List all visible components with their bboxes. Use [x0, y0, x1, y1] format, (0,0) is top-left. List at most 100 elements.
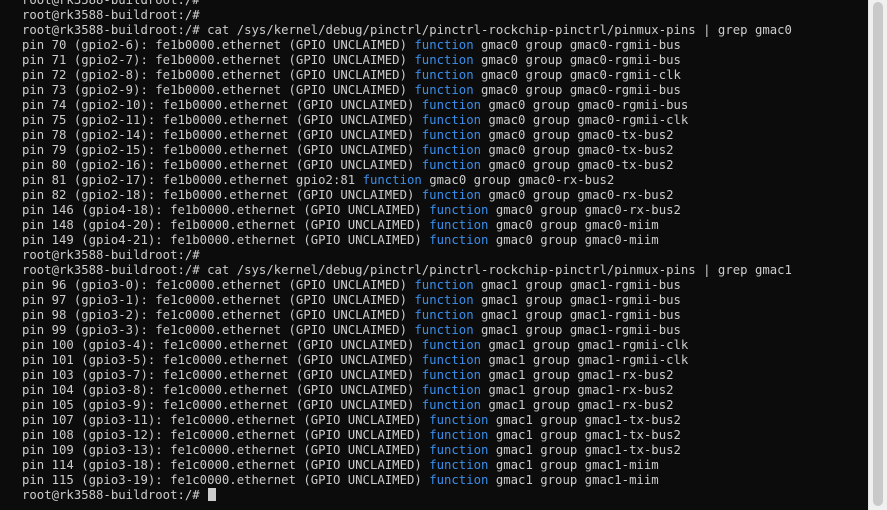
group-info: gmac0 group gmac0-rgmii-clk: [473, 68, 681, 82]
function-keyword: function: [414, 83, 474, 97]
pinmux-row: pin 99 (gpio3-3): fe1c0000.ethernet (GPI…: [22, 323, 868, 338]
pin-info: pin 104 (gpio3-8): fe1c0000.ethernet (GP…: [22, 383, 422, 397]
active-prompt-line[interactable]: root@rk3588-buildroot:/#: [22, 488, 868, 503]
pin-info: pin 99 (gpio3-3): fe1c0000.ethernet (GPI…: [22, 323, 415, 337]
pinmux-row: pin 115 (gpio3-19): fe1c0000.ethernet (G…: [22, 473, 868, 488]
command-line: root@rk3588-buildroot:/# cat /sys/kernel…: [22, 23, 868, 38]
group-info: gmac0 group gmac0-rgmii-bus: [473, 38, 681, 52]
function-keyword: function: [421, 158, 482, 172]
function-keyword: function: [414, 293, 474, 307]
function-keyword: function: [414, 53, 474, 67]
function-keyword: function: [429, 473, 489, 487]
pinmux-row: pin 80 (gpio2-16): fe1b0000.ethernet (GP…: [22, 158, 868, 173]
function-keyword: function: [414, 308, 474, 322]
pinmux-row: pin 148 (gpio4-20): fe1b0000.ethernet (G…: [22, 218, 868, 233]
pinmux-row: pin 105 (gpio3-9): fe1c0000.ethernet (GP…: [22, 398, 868, 413]
group-info: gmac1 group gmac1-tx-bus2: [488, 413, 681, 427]
pin-info: pin 149 (gpio4-21): fe1b0000.ethernet (G…: [22, 233, 430, 247]
pin-info: pin 72 (gpio2-8): fe1b0000.ethernet (GPI…: [22, 68, 415, 82]
pinmux-row: pin 104 (gpio3-8): fe1c0000.ethernet (GP…: [22, 383, 868, 398]
pinmux-row: pin 146 (gpio4-18): fe1b0000.ethernet (G…: [22, 203, 868, 218]
command-text: cat /sys/kernel/debug/pinctrl/pinctrl-ro…: [199, 263, 792, 277]
group-info: gmac0 group gmac0-tx-bus2: [481, 143, 674, 157]
function-keyword: function: [421, 368, 482, 382]
prompt-line: root@rk3588-buildroot:/#: [22, 8, 868, 23]
pin-info: pin 70 (gpio2-6): fe1b0000.ethernet (GPI…: [22, 38, 415, 52]
pin-info: pin 73 (gpio2-9): fe1b0000.ethernet (GPI…: [22, 83, 415, 97]
group-info: gmac0 group gmac0-miim: [488, 233, 659, 247]
pinmux-row: pin 70 (gpio2-6): fe1b0000.ethernet (GPI…: [22, 38, 868, 53]
group-info: gmac1 group gmac1-rgmii-bus: [473, 308, 681, 322]
group-info: gmac0 group gmac0-rgmii-bus: [481, 98, 689, 112]
pinmux-row: pin 81 (gpio2-17): fe1b0000.ethernet gpi…: [22, 173, 868, 188]
pin-info: pin 103 (gpio3-7): fe1c0000.ethernet (GP…: [22, 368, 422, 382]
pin-info: pin 109 (gpio3-13): fe1c0000.ethernet (G…: [22, 443, 430, 457]
scrollbar-thumb[interactable]: [873, 2, 883, 506]
pinmux-row: pin 73 (gpio2-9): fe1b0000.ethernet (GPI…: [22, 83, 868, 98]
group-info: gmac0 group gmac0-rx-bus2: [488, 203, 681, 217]
group-info: gmac0 group gmac0-tx-bus2: [481, 158, 674, 172]
pinmux-row: pin 97 (gpio3-1): fe1c0000.ethernet (GPI…: [22, 293, 868, 308]
function-keyword: function: [429, 413, 489, 427]
function-keyword: function: [421, 128, 482, 142]
pinmux-row: pin 98 (gpio3-2): fe1c0000.ethernet (GPI…: [22, 308, 868, 323]
function-keyword: function: [421, 398, 482, 412]
group-info: gmac0 group gmac0-rgmii-bus: [473, 53, 681, 67]
pin-info: pin 74 (gpio2-10): fe1b0000.ethernet (GP…: [22, 98, 422, 112]
vertical-scrollbar[interactable]: [868, 0, 887, 510]
function-keyword: function: [421, 338, 482, 352]
group-info: gmac1 group gmac1-rx-bus2: [481, 398, 674, 412]
pinmux-row: pin 79 (gpio2-15): fe1b0000.ethernet (GP…: [22, 143, 868, 158]
pin-info: pin 101 (gpio3-5): fe1c0000.ethernet (GP…: [22, 353, 422, 367]
function-keyword: function: [429, 203, 489, 217]
pin-info: pin 148 (gpio4-20): fe1b0000.ethernet (G…: [22, 218, 430, 232]
prompt-text: root@rk3588-buildroot:/#: [22, 0, 200, 7]
group-info: gmac1 group gmac1-miim: [488, 458, 659, 472]
prompt-line: root@rk3588-buildroot:/#: [22, 0, 868, 8]
pin-info: pin 115 (gpio3-19): fe1c0000.ethernet (G…: [22, 473, 430, 487]
function-keyword: function: [429, 218, 489, 232]
group-info: gmac1 group gmac1-rx-bus2: [481, 368, 674, 382]
group-info: gmac1 group gmac1-tx-bus2: [488, 443, 681, 457]
group-info: gmac1 group gmac1-rgmii-bus: [473, 323, 681, 337]
pin-info: pin 71 (gpio2-7): fe1b0000.ethernet (GPI…: [22, 53, 415, 67]
function-keyword: function: [429, 443, 489, 457]
group-info: gmac0 group gmac0-rx-bus2: [481, 188, 674, 202]
pinmux-row: pin 101 (gpio3-5): fe1c0000.ethernet (GP…: [22, 353, 868, 368]
group-info: gmac0 group gmac0-rgmii-bus: [473, 83, 681, 97]
pin-info: pin 98 (gpio3-2): fe1c0000.ethernet (GPI…: [22, 308, 415, 322]
command-text: cat /sys/kernel/debug/pinctrl/pinctrl-ro…: [199, 23, 792, 37]
prompt-text: root@rk3588-buildroot:/#: [22, 263, 200, 277]
pin-info: pin 107 (gpio3-11): fe1c0000.ethernet (G…: [22, 413, 430, 427]
pinmux-row: pin 103 (gpio3-7): fe1c0000.ethernet (GP…: [22, 368, 868, 383]
group-info: gmac1 group gmac1-rgmii-clk: [481, 338, 689, 352]
pinmux-row: pin 100 (gpio3-4): fe1c0000.ethernet (GP…: [22, 338, 868, 353]
pinmux-row: pin 109 (gpio3-13): fe1c0000.ethernet (G…: [22, 443, 868, 458]
function-keyword: function: [414, 68, 474, 82]
pin-info: pin 105 (gpio3-9): fe1c0000.ethernet (GP…: [22, 398, 422, 412]
group-info: gmac1 group gmac1-rx-bus2: [481, 383, 674, 397]
pin-info: pin 100 (gpio3-4): fe1c0000.ethernet (GP…: [22, 338, 422, 352]
prompt-line: root@rk3588-buildroot:/#: [22, 248, 868, 263]
function-keyword: function: [421, 113, 482, 127]
terminal-window[interactable]: root@rk3588-buildroot:/# root@rk3588-bui…: [0, 0, 868, 510]
gmac1-output: pin 96 (gpio3-0): fe1c0000.ethernet (GPI…: [22, 278, 868, 488]
group-info: gmac1 group gmac1-miim: [488, 473, 659, 487]
pin-info: pin 79 (gpio2-15): fe1b0000.ethernet (GP…: [22, 143, 422, 157]
pinmux-row: pin 107 (gpio3-11): fe1c0000.ethernet (G…: [22, 413, 868, 428]
pinmux-row: pin 96 (gpio3-0): fe1c0000.ethernet (GPI…: [22, 278, 868, 293]
function-keyword: function: [414, 278, 474, 292]
group-info: gmac1 group gmac1-rgmii-bus: [473, 293, 681, 307]
function-keyword: function: [414, 323, 474, 337]
pin-info: pin 81 (gpio2-17): fe1b0000.ethernet gpi…: [22, 173, 363, 187]
function-keyword: function: [421, 98, 482, 112]
function-keyword: function: [429, 428, 489, 442]
prompt-text: root@rk3588-buildroot:/#: [22, 8, 200, 22]
pinmux-row: pin 71 (gpio2-7): fe1b0000.ethernet (GPI…: [22, 53, 868, 68]
pinmux-row: pin 78 (gpio2-14): fe1b0000.ethernet (GP…: [22, 128, 868, 143]
function-keyword: function: [421, 143, 482, 157]
group-info: gmac0 group gmac0-tx-bus2: [481, 128, 674, 142]
group-info: gmac0 group gmac0-rx-bus2: [421, 173, 615, 187]
function-keyword: function: [414, 38, 474, 52]
pin-info: pin 146 (gpio4-18): fe1b0000.ethernet (G…: [22, 203, 430, 217]
